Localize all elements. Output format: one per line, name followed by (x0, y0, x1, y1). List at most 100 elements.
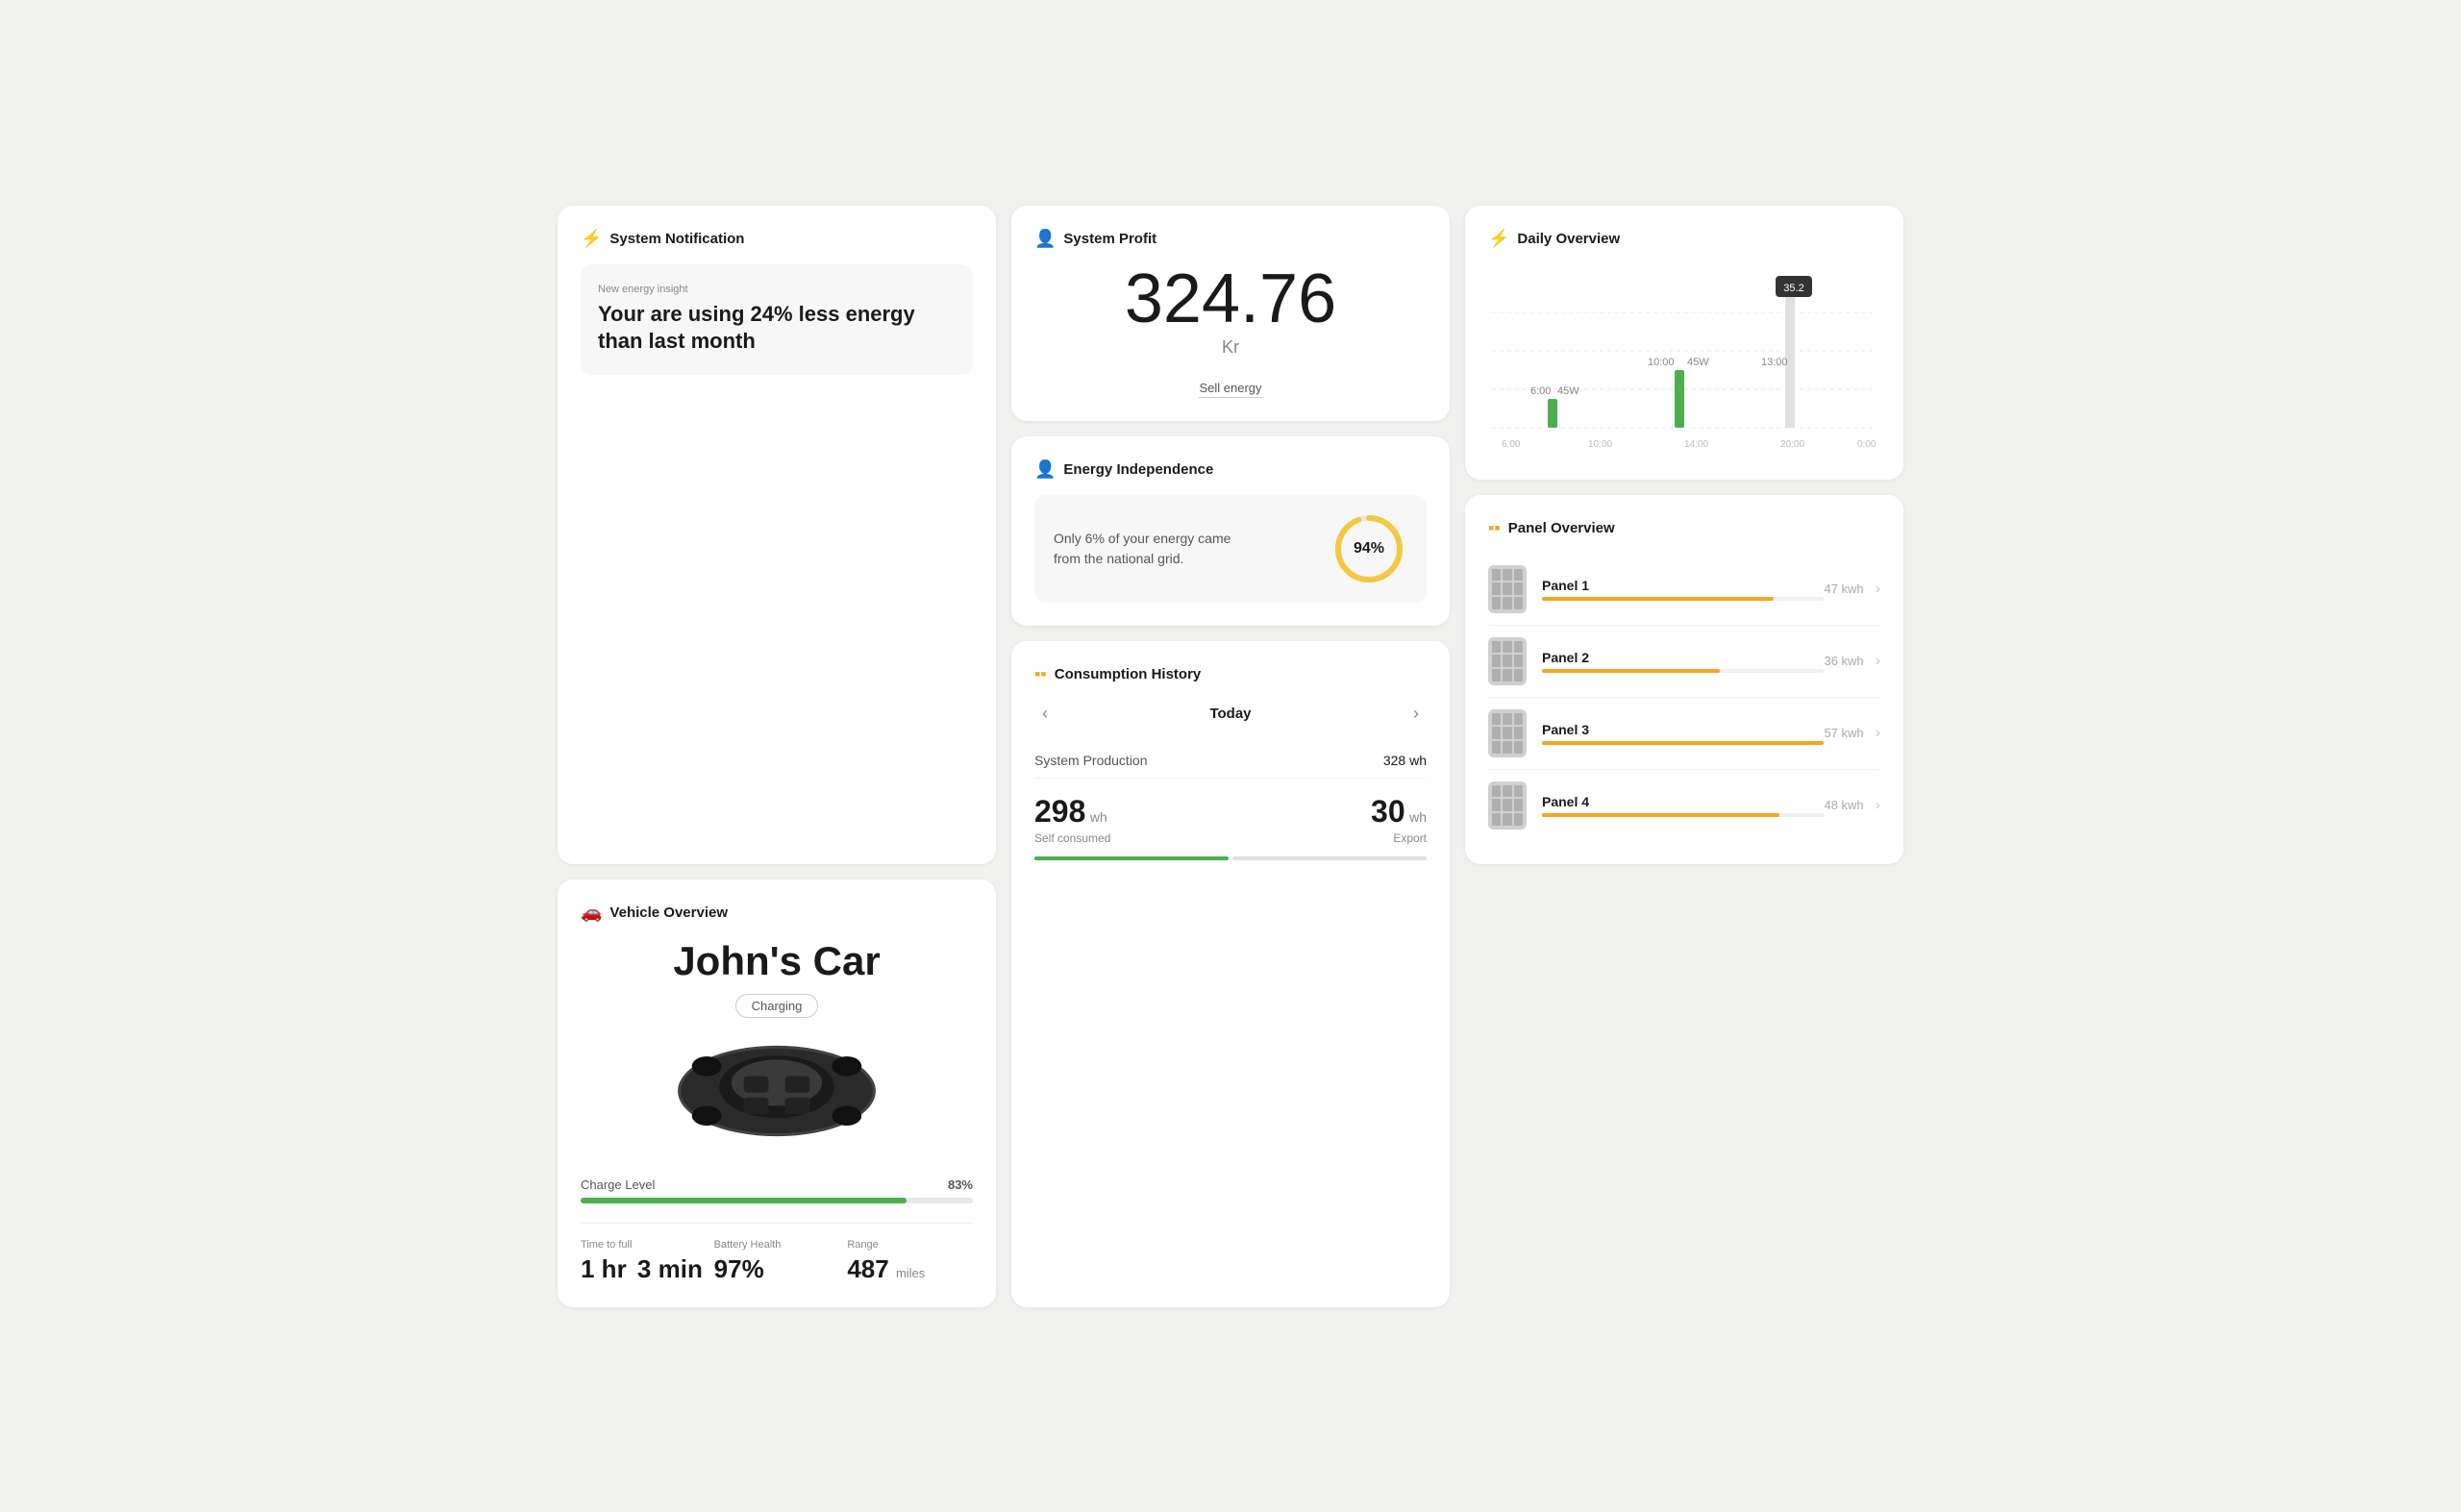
consumed-progress-bar (1034, 856, 1229, 860)
daily-title: Daily Overview (1517, 231, 1620, 247)
panel-solar-icon: ▪▪ (1488, 518, 1501, 538)
consumption-bottom: 298 wh Self consumed 30 wh Export (1034, 794, 1427, 845)
bolt-icon: ⚡ (581, 229, 602, 249)
panel-kwh: 36 kwh (1824, 654, 1863, 668)
export-stat: 30 wh Export (1238, 794, 1427, 845)
energy-title: Energy Independence (1063, 461, 1213, 478)
panel-icon (1488, 709, 1527, 757)
range-label: Range (847, 1239, 973, 1251)
nav-label: Today (1209, 706, 1251, 722)
panel-right: 47 kwh › (1824, 581, 1880, 598)
panel-cell (1514, 582, 1523, 595)
panel-item[interactable]: Panel 2 36 kwh › (1488, 626, 1880, 698)
panel-cell (1492, 569, 1501, 582)
person-icon: 👤 (1034, 229, 1056, 249)
car-svg (661, 1033, 892, 1149)
profit-amount: 324.76 (1125, 264, 1336, 334)
panel-cell (1492, 813, 1501, 826)
panel-cell (1492, 669, 1501, 682)
charge-bar-bg (581, 1198, 973, 1203)
middle-column: 👤 System Profit 324.76 Kr Sell energy 👤 … (1011, 206, 1450, 1307)
panel-item[interactable]: Panel 4 48 kwh › (1488, 770, 1880, 841)
panel-chevron-icon: › (1876, 725, 1880, 742)
panel-cell (1514, 799, 1523, 811)
panel-cell (1503, 669, 1511, 682)
panel-kwh: 48 kwh (1824, 798, 1863, 812)
nav-prev-button[interactable]: ‹ (1034, 700, 1056, 728)
panel-cell (1492, 799, 1501, 811)
panel-cell (1492, 785, 1501, 798)
battery-health-value: 97% (714, 1254, 840, 1284)
profit-currency: Kr (1222, 337, 1239, 358)
panel-title: Panel Overview (1508, 520, 1615, 536)
panel-item[interactable]: Panel 3 57 kwh › (1488, 698, 1880, 770)
daily-card: ⚡ Daily Overview 6:00 45W 10:00 (1465, 206, 1903, 480)
panel-cell (1514, 713, 1523, 726)
donut-label: 94% (1354, 540, 1384, 558)
panel-chevron-icon: › (1876, 653, 1880, 670)
panel-right: 57 kwh › (1824, 725, 1880, 742)
range-stat: Range 487 miles (847, 1239, 973, 1284)
chart-area: 6:00 45W 10:00 45W 13:00 35.2 6:00 10:00 (1488, 264, 1880, 457)
panel-cell (1503, 799, 1511, 811)
svg-text:13:00: 13:00 (1761, 357, 1788, 368)
panel-cell (1492, 713, 1501, 726)
range-unit: miles (896, 1266, 925, 1280)
charging-badge: Charging (735, 994, 819, 1018)
panel-cell (1514, 741, 1523, 754)
profit-title: System Profit (1063, 231, 1156, 247)
consumption-title: Consumption History (1055, 666, 1202, 682)
panel-kwh: 47 kwh (1824, 582, 1863, 596)
system-production-value: 328 wh (1383, 753, 1427, 768)
notification-insight: New energy insight (598, 284, 956, 295)
time-min: 3 min (637, 1254, 703, 1283)
panel-info: Panel 3 (1542, 722, 1824, 745)
charge-bar-fill (581, 1198, 907, 1203)
panel-cell (1503, 641, 1511, 654)
self-consumed-unit: wh (1090, 809, 1107, 825)
vehicle-name: John's Car (581, 938, 973, 984)
right-column: ⚡ Daily Overview 6:00 45W 10:00 (1465, 206, 1903, 864)
solar-icon: ▪▪ (1034, 664, 1047, 684)
panel-cell (1503, 741, 1511, 754)
profit-header: 👤 System Profit (1034, 229, 1427, 249)
panel-cell (1514, 655, 1523, 667)
energy-content: Only 6% of your energy came from the nat… (1054, 510, 1407, 587)
panel-cell (1503, 713, 1511, 726)
export-label: Export (1238, 831, 1427, 845)
panel-cell (1514, 641, 1523, 654)
nav-next-button[interactable]: › (1405, 700, 1427, 728)
panel-cell (1503, 569, 1511, 582)
self-consumed-value: 298 (1034, 794, 1085, 829)
notification-card: ⚡ System Notification New energy insight… (558, 206, 996, 864)
panel-bar-fill (1542, 741, 1824, 745)
panel-kwh: 57 kwh (1824, 726, 1863, 740)
consumption-card: ▪▪ Consumption History ‹ Today › System … (1011, 641, 1450, 1307)
dashboard: ⚡ System Notification New energy insight… (558, 206, 1903, 1307)
profit-card: 👤 System Profit 324.76 Kr Sell energy (1011, 206, 1450, 421)
charge-percent: 83% (948, 1177, 973, 1192)
notification-message: Your are using 24% less energy than last… (598, 301, 956, 356)
panel-info: Panel 4 (1542, 794, 1824, 817)
panel-info: Panel 1 (1542, 578, 1824, 601)
daily-header: ⚡ Daily Overview (1488, 229, 1880, 249)
vehicle-car-icon: 🚗 (581, 903, 602, 923)
panel-card: ▪▪ Panel Overview Panel 1 47 kwh › (1465, 495, 1903, 864)
daily-bolt-icon: ⚡ (1488, 229, 1509, 249)
export-progress-bar (1232, 856, 1427, 860)
vehicle-title: Vehicle Overview (609, 905, 728, 921)
time-to-full-value: 1 hr 3 min (581, 1254, 707, 1284)
svg-text:14:00: 14:00 (1684, 439, 1708, 450)
car-image (661, 1033, 892, 1158)
consumption-nav: ‹ Today › (1034, 700, 1427, 728)
sell-energy-link[interactable]: Sell energy (1199, 381, 1261, 398)
consumption-progress (1034, 856, 1427, 860)
range-value: 487 miles (847, 1254, 973, 1284)
panel-icon (1488, 637, 1527, 685)
panel-cell (1492, 741, 1501, 754)
panel-cell (1503, 597, 1511, 609)
panel-header: ▪▪ Panel Overview (1488, 518, 1880, 538)
panel-item[interactable]: Panel 1 47 kwh › (1488, 554, 1880, 626)
energy-card: 👤 Energy Independence Only 6% of your en… (1011, 436, 1450, 626)
notification-title: System Notification (609, 231, 744, 247)
